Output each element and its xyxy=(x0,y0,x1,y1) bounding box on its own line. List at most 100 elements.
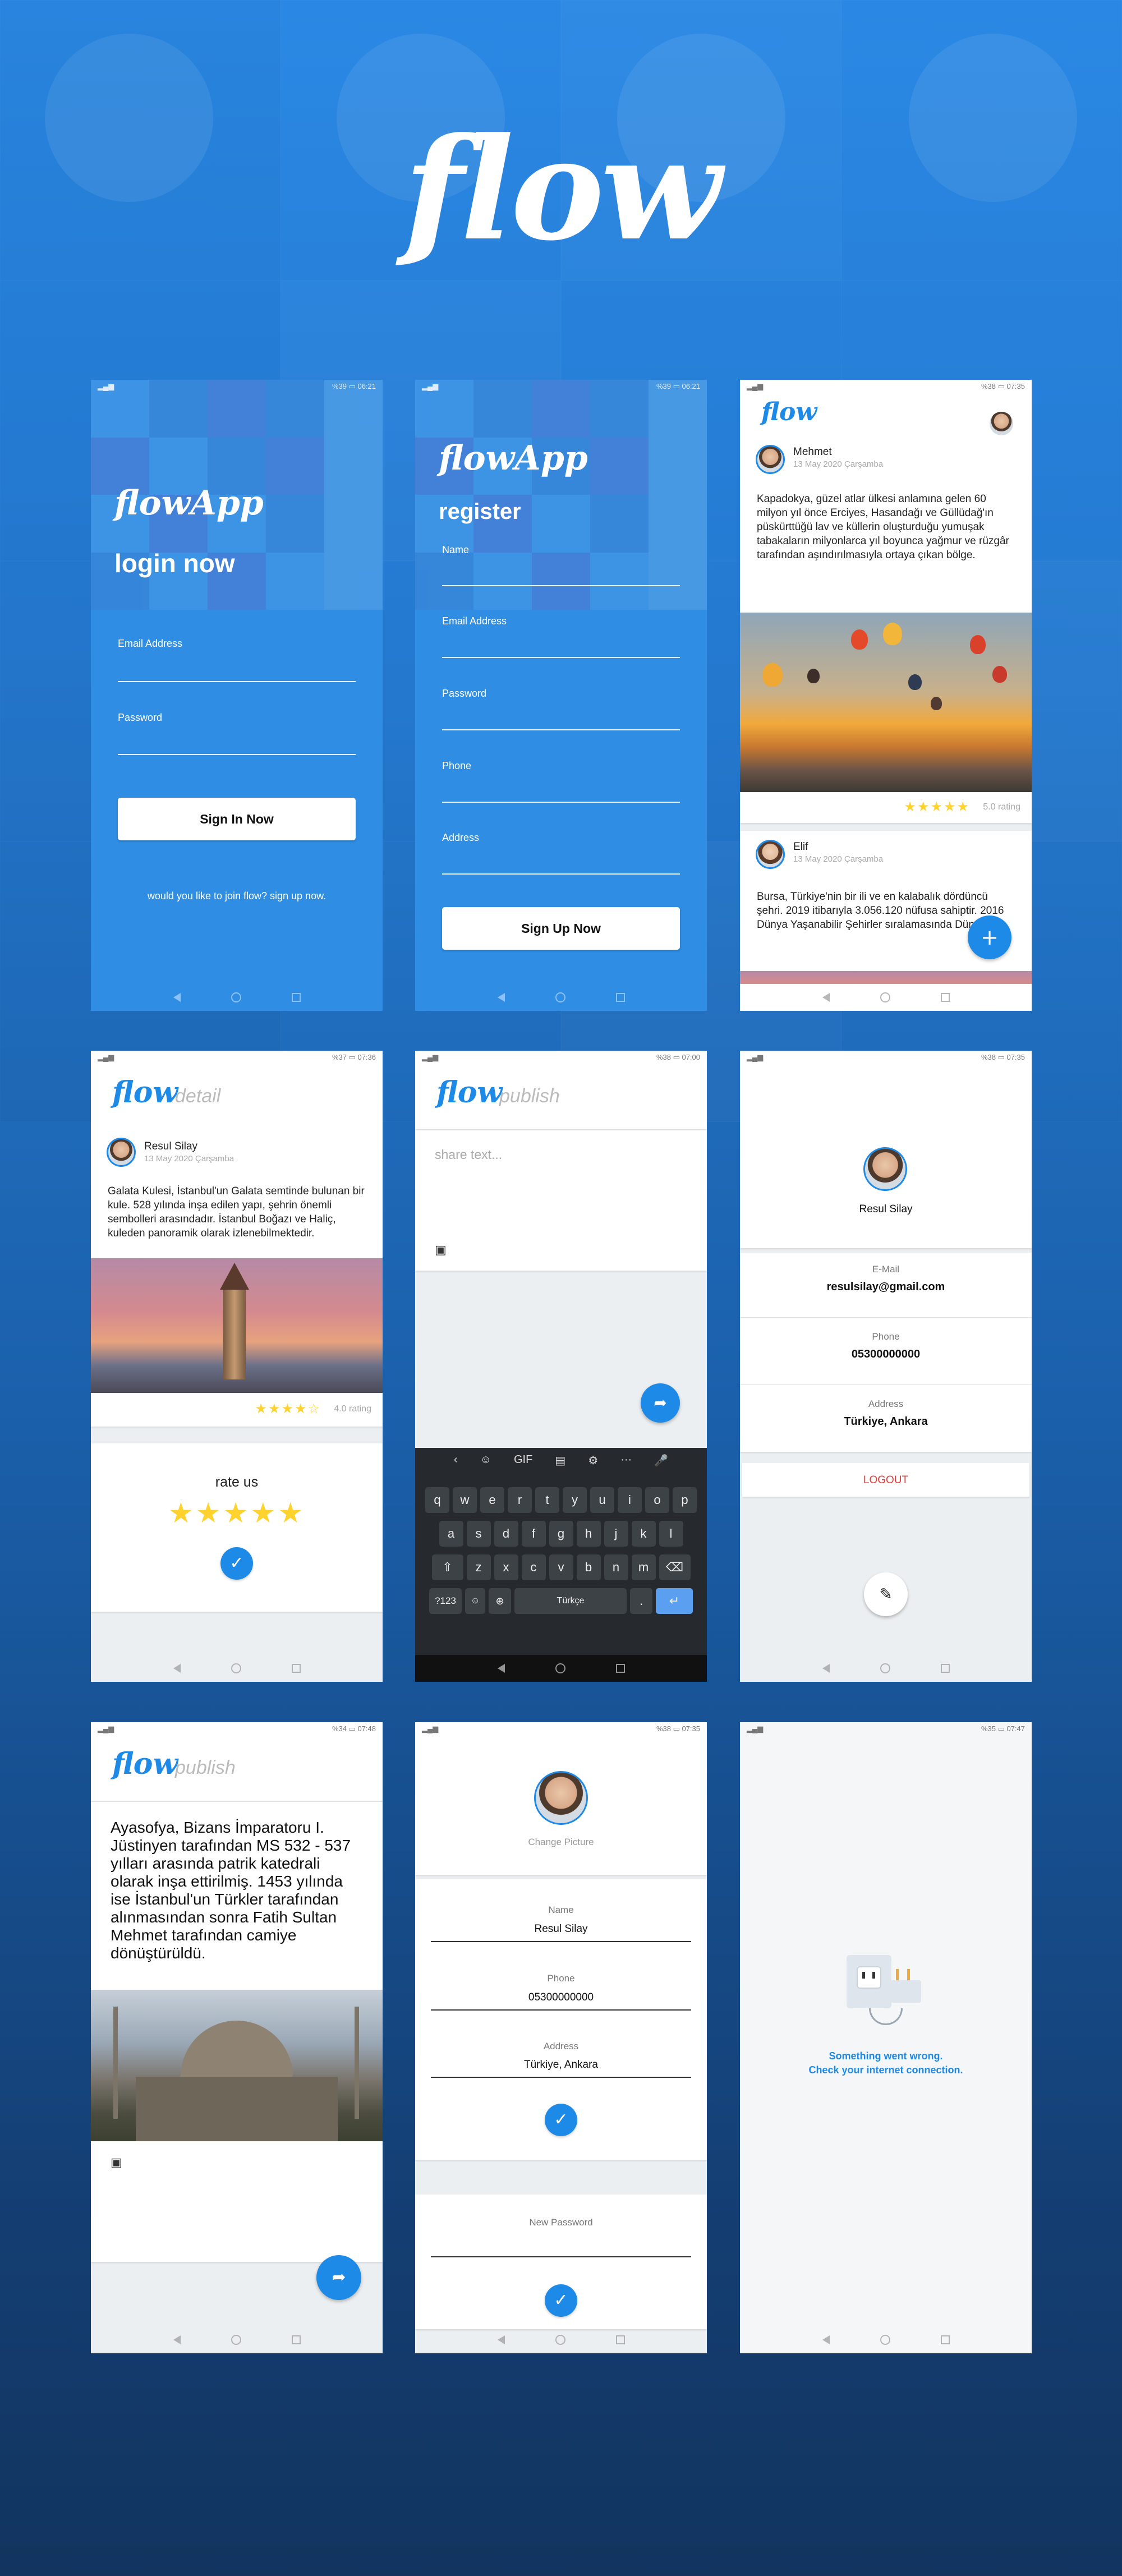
key[interactable]: l xyxy=(659,1521,683,1547)
image-icon[interactable]: ▣ xyxy=(435,1243,447,1257)
key[interactable]: h xyxy=(576,1521,601,1547)
address-field[interactable] xyxy=(442,873,680,875)
key[interactable]: n xyxy=(604,1554,628,1580)
key[interactable]: y xyxy=(563,1487,587,1513)
period-key[interactable]: . xyxy=(630,1588,652,1614)
recents-icon[interactable] xyxy=(291,2335,301,2344)
recents-icon[interactable] xyxy=(615,993,625,1002)
add-post-button[interactable]: + xyxy=(968,916,1011,959)
home-icon[interactable] xyxy=(555,1663,565,1673)
keyboard-toolbar-item[interactable]: ▤ xyxy=(555,1453,565,1468)
key[interactable]: f xyxy=(521,1521,546,1547)
emoji-key[interactable]: ☺ xyxy=(465,1588,485,1614)
save-password-button[interactable]: ✓ xyxy=(545,2284,577,2317)
home-icon[interactable] xyxy=(880,992,890,1002)
phone-input[interactable]: 05300000000 xyxy=(415,1991,707,2004)
join-link[interactable]: would you like to join flow? sign up now… xyxy=(91,890,383,902)
key[interactable]: u xyxy=(590,1487,614,1513)
back-icon[interactable] xyxy=(497,2335,505,2344)
name-input[interactable]: Resul Silay xyxy=(415,1923,707,1935)
key[interactable]: p xyxy=(673,1487,697,1513)
home-icon[interactable] xyxy=(231,1663,241,1673)
compose-input[interactable]: share text... xyxy=(435,1147,502,1162)
recents-icon[interactable] xyxy=(615,1664,625,1673)
back-icon[interactable] xyxy=(173,993,181,1002)
key[interactable]: c xyxy=(521,1554,546,1580)
key[interactable]: k xyxy=(631,1521,656,1547)
keyboard-toolbar-item[interactable]: 🎤 xyxy=(654,1453,668,1468)
key[interactable]: q xyxy=(425,1487,449,1513)
back-icon[interactable] xyxy=(497,1664,505,1673)
home-icon[interactable] xyxy=(555,2335,565,2345)
avatar[interactable] xyxy=(534,1771,588,1825)
key[interactable]: m xyxy=(631,1554,656,1580)
key[interactable]: r xyxy=(508,1487,532,1513)
keyboard-toolbar-item[interactable]: ‹ xyxy=(454,1453,458,1468)
rate-stars[interactable]: ★★★★★ xyxy=(91,1497,383,1529)
key[interactable]: a xyxy=(439,1521,463,1547)
backspace-key[interactable]: ⌫ xyxy=(659,1554,691,1580)
name-field[interactable] xyxy=(442,585,680,586)
back-icon[interactable] xyxy=(173,2335,181,2344)
send-button[interactable]: ➦ xyxy=(641,1383,680,1423)
recents-icon[interactable] xyxy=(291,1664,301,1673)
shift-key[interactable]: ⇧ xyxy=(431,1554,463,1580)
back-icon[interactable] xyxy=(173,1664,181,1673)
logout-button[interactable]: LOGOUT xyxy=(742,1463,1029,1497)
compose-input[interactable]: Ayasofya, Bizans İmparatoru I. Jüstinyen… xyxy=(111,1819,363,1962)
recents-icon[interactable] xyxy=(940,2335,950,2344)
password-field[interactable] xyxy=(118,754,356,755)
back-icon[interactable] xyxy=(822,993,830,1002)
back-icon[interactable] xyxy=(497,993,505,1002)
globe-icon[interactable]: ⊕ xyxy=(489,1588,511,1614)
post-card[interactable]: Elif 13 May 2020 Çarşamba Bursa, Türkiye… xyxy=(740,831,1032,999)
recents-icon[interactable] xyxy=(940,1664,950,1673)
recents-icon[interactable] xyxy=(940,993,950,1002)
key[interactable]: j xyxy=(604,1521,628,1547)
home-icon[interactable] xyxy=(555,992,565,1002)
back-icon[interactable] xyxy=(822,1664,830,1673)
symbols-key[interactable]: ?123 xyxy=(429,1588,462,1614)
key[interactable]: g xyxy=(549,1521,573,1547)
key[interactable]: d xyxy=(494,1521,518,1547)
space-key[interactable]: Türkçe xyxy=(514,1588,627,1614)
edit-profile-button[interactable]: ✎ xyxy=(864,1572,908,1616)
image-icon[interactable]: ▣ xyxy=(111,2155,122,2170)
flow-logo: flow xyxy=(761,398,817,426)
recents-icon[interactable] xyxy=(291,993,301,1002)
home-icon[interactable] xyxy=(231,992,241,1002)
send-button[interactable]: ➦ xyxy=(316,2255,361,2300)
key[interactable]: z xyxy=(466,1554,491,1580)
back-icon[interactable] xyxy=(822,2335,830,2344)
key[interactable]: t xyxy=(535,1487,559,1513)
email-field[interactable] xyxy=(118,681,356,682)
keyboard-toolbar-item[interactable]: ··· xyxy=(620,1453,632,1468)
new-password-input[interactable] xyxy=(431,2256,691,2257)
email-field[interactable] xyxy=(442,657,680,658)
key[interactable]: o xyxy=(645,1487,669,1513)
key[interactable]: i xyxy=(618,1487,642,1513)
keyboard-toolbar-item[interactable]: GIF xyxy=(514,1453,532,1468)
keyboard-toolbar-item[interactable]: ⚙ xyxy=(588,1453,598,1468)
phone-field[interactable] xyxy=(442,802,680,803)
enter-key[interactable]: ↵ xyxy=(656,1588,693,1614)
save-profile-button[interactable]: ✓ xyxy=(545,2104,577,2136)
address-input[interactable]: Türkiye, Ankara xyxy=(415,2059,707,2071)
key[interactable]: v xyxy=(549,1554,573,1580)
recents-icon[interactable] xyxy=(615,2335,625,2344)
change-picture-link[interactable]: Change Picture xyxy=(415,1837,707,1848)
password-field[interactable] xyxy=(442,729,680,730)
key[interactable]: x xyxy=(494,1554,518,1580)
key[interactable]: s xyxy=(466,1521,491,1547)
keyboard-toolbar-item[interactable]: ☺ xyxy=(480,1453,491,1468)
home-icon[interactable] xyxy=(231,2335,241,2345)
home-icon[interactable] xyxy=(880,1663,890,1673)
avatar[interactable] xyxy=(988,410,1015,437)
sign-up-button[interactable]: Sign Up Now xyxy=(442,907,680,950)
sign-in-button[interactable]: Sign In Now xyxy=(118,798,356,840)
home-icon[interactable] xyxy=(880,2335,890,2345)
key[interactable]: b xyxy=(576,1554,601,1580)
submit-rating-button[interactable]: ✓ xyxy=(220,1547,253,1580)
key[interactable]: e xyxy=(480,1487,504,1513)
key[interactable]: w xyxy=(453,1487,477,1513)
